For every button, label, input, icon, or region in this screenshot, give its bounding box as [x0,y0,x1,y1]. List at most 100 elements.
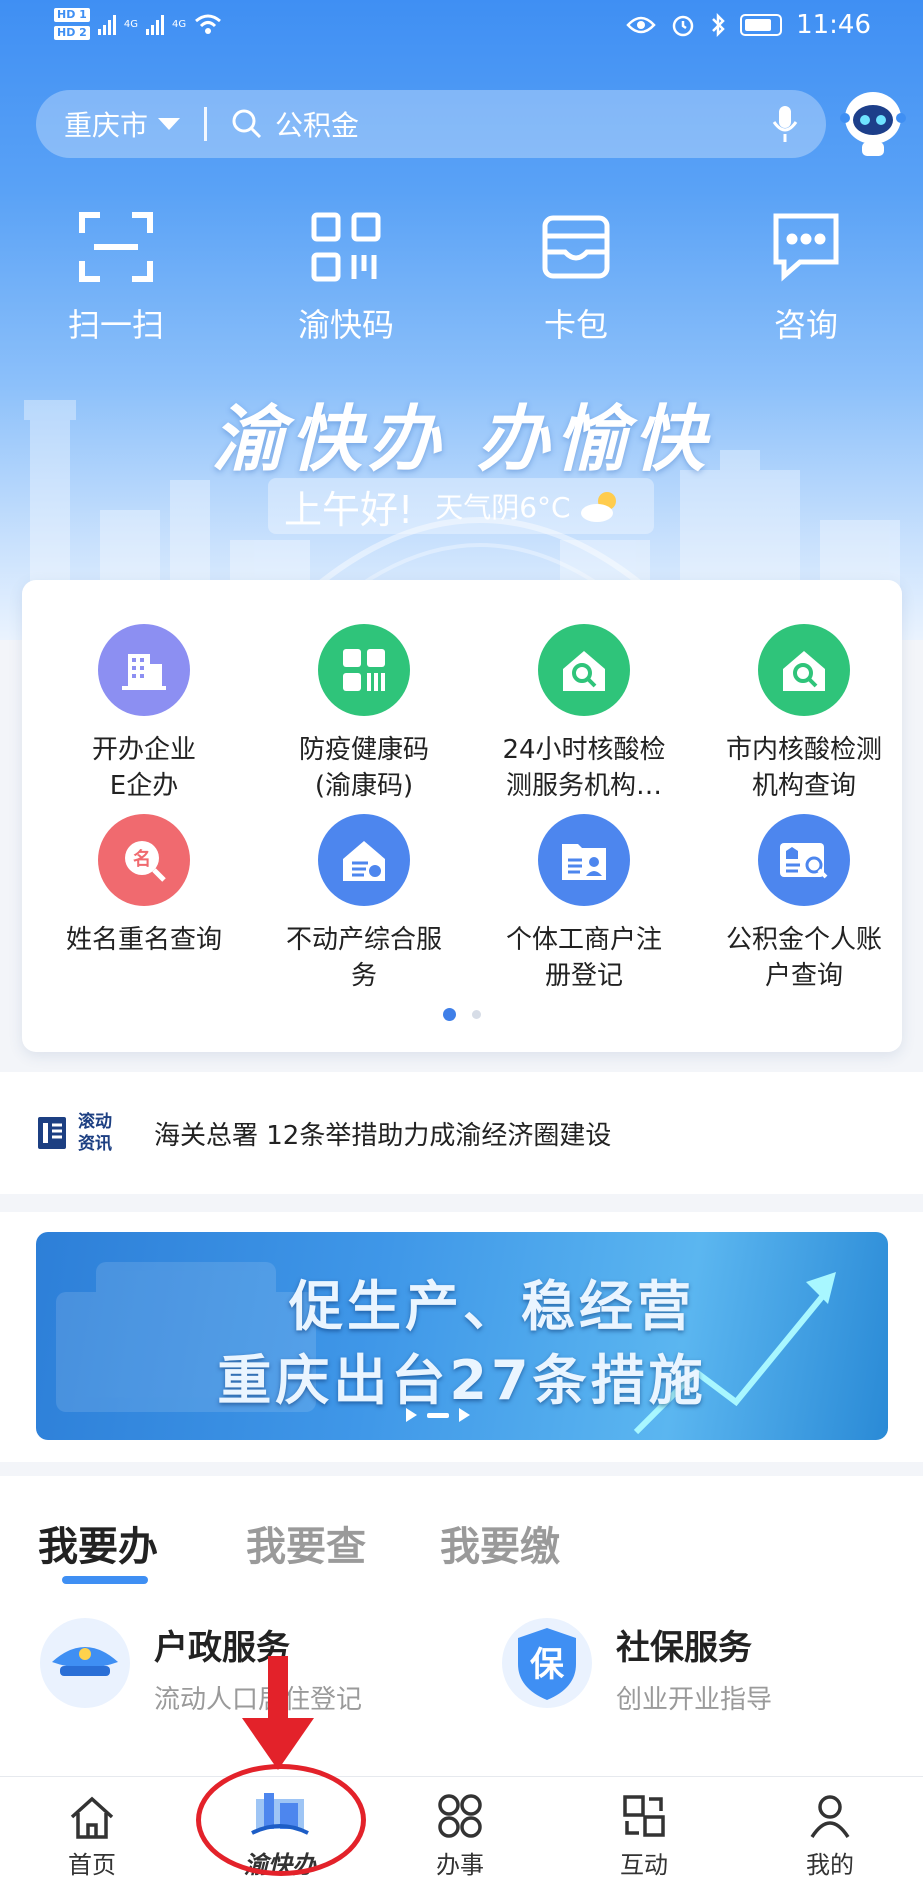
city-label: 重庆市 [64,109,149,142]
eye-icon [626,16,656,34]
user-icon [810,1795,850,1838]
nav-label: 办事 [436,1851,484,1879]
quick-action-label: 卡包 [543,306,608,344]
interact-icon [623,1795,665,1837]
nav-label: 我的 [806,1851,854,1879]
service-item[interactable]: 开办企业 E企办 [34,624,254,804]
shield-bao-icon: 保 [502,1618,592,1708]
service-label-line2: 户查询 [764,961,843,991]
nav-affairs[interactable]: 办事 [400,1777,520,1880]
service-subtitle: 创业开业指导 [616,1685,773,1715]
shield-badge-text: 保 [530,1645,565,1685]
service-item[interactable]: 名 姓名重名查询 [34,814,254,958]
quick-action-consult[interactable]: 咨询 [726,208,886,346]
tab-jiaofei[interactable]: 我要缴 [440,1514,560,1572]
nav-interact[interactable]: 互动 [584,1777,704,1880]
police-cap-icon [40,1618,130,1708]
nucleic-test-icon [538,624,630,716]
pager-dot-active[interactable] [443,1008,456,1021]
alarm-icon [672,15,694,37]
banner-title-line1: 促生产、稳经营 [289,1275,695,1338]
microphone-icon[interactable] [772,104,798,144]
service-item[interactable]: 24小时核酸检 测服务机构… [474,624,694,804]
qr-code-icon [311,212,381,282]
service-label-line1: 个体工商户注 [505,925,662,955]
greeting-weather: 上午好! 天气阴6°C [268,478,654,534]
service-label-line2: 务 [350,961,377,991]
hd2-badge: HD 2 [54,26,90,40]
cloud-sun-icon [580,492,616,522]
quick-action-scan[interactable]: 扫一扫 [36,208,196,346]
nav-mine[interactable]: 我的 [770,1777,890,1880]
red-arrow-annotation [242,1656,314,1770]
service-label-line1: 市内核酸检测 [725,735,882,765]
nucleic-search-icon [758,624,850,716]
pager-dots [22,1008,902,1021]
battery-icon [740,14,783,36]
service-row-shebao[interactable]: 保 社保服务 创业开业指导 [500,1616,772,1716]
chevron-down-icon [158,118,181,130]
service-label-line1: 公积金个人账 [725,925,882,955]
health-code-icon [318,624,410,716]
tab-chaxun[interactable]: 我要查 [246,1514,366,1572]
news-ticker[interactable]: 滚动 资讯 海关总署 12条举措助力成渝经济圈建设 [0,1072,923,1194]
quick-action-wallet[interactable]: 卡包 [496,208,656,346]
tab-active-indicator [62,1576,148,1584]
news-tag-line1: 滚动 [78,1112,112,1132]
quick-action-label: 咨询 [773,306,838,344]
service-label-line2: E企办 [109,771,179,801]
city-selector[interactable]: 重庆市 [64,104,181,144]
news-headline[interactable]: 海关总署 12条举措助力成渝经济圈建设 [154,1115,611,1152]
service-title: 社保服务 [616,1628,752,1668]
signal-icon-2 [145,13,164,35]
building-icon [98,624,190,716]
search-icon [232,109,262,139]
banner-pager [406,1408,470,1422]
tab-banli[interactable]: 我要办 [38,1514,158,1572]
service-item[interactable]: 市内核酸检测 机构查询 [694,624,914,804]
svg-text:名: 名 [133,848,151,870]
service-label-line2: (渝康码) [314,771,414,801]
pager-dot[interactable] [472,1010,481,1019]
service-item[interactable]: 公积金个人账 户查询 [694,814,914,994]
property-icon [318,814,410,906]
name-search-icon: 名 [98,814,190,906]
service-item[interactable]: 防疫健康码 (渝康码) [254,624,474,804]
status-bar: HD 1 HD 2 4G 4G 11:46 [0,0,923,58]
chat-icon [773,213,839,282]
search-bar[interactable]: 重庆市 公积金 [36,90,826,158]
quick-action-label: 扫一扫 [67,306,164,344]
business-register-icon [538,814,630,906]
nav-label: 互动 [620,1851,668,1879]
search-divider [204,107,208,141]
robot-assistant-avatar[interactable] [838,88,908,160]
service-item[interactable]: 不动产综合服务 [254,814,474,994]
service-label-line2: 测服务机构… [505,771,662,801]
quick-action-qr[interactable]: 渝快码 [266,208,426,346]
service-grid-card: 开办企业 E企办 防疫健康码 (渝康码) 24小时核酸检 测服务机构… 市内核酸检测机… [22,580,902,1052]
banner-title-line2: 重庆出台27条措施 [217,1349,707,1412]
quick-action-label: 渝快码 [297,306,394,344]
clock: 11:46 [796,10,871,40]
search-input[interactable]: 公积金 [275,104,359,144]
service-label-line1: 开办企业 [91,735,196,765]
slogan: 渝快办 办愉快 [211,396,712,481]
fund-account-icon [758,814,850,906]
service-item[interactable]: 个体工商户注 册登记 [474,814,694,994]
wifi-icon [195,14,222,34]
service-label-line1: 不动产综合服 [285,925,442,955]
signal-icon [97,13,116,35]
network-type-1: 4G [123,18,138,30]
promo-banner[interactable]: 促生产、稳经营 重庆出台27条措施 [36,1232,888,1440]
grid-icon [438,1794,482,1838]
nav-home[interactable]: 首页 [32,1777,152,1880]
hero-header: HD 1 HD 2 4G 4G 11:46 重庆市 公积金 扫一扫 渝快码 卡包… [0,0,923,640]
nav-label: 首页 [68,1851,116,1879]
scan-icon [79,212,153,282]
news-tag-line2: 资讯 [78,1134,112,1154]
banner-section: 促生产、稳经营 重庆出台27条措施 [0,1212,923,1462]
greeting-text: 上午好! [284,487,414,532]
bottom-navigation: 首页 渝快办 办事 互动 我的 [0,1776,923,1883]
news-tag: 滚动 资讯 [78,1111,122,1155]
service-label-line2: 机构查询 [751,771,856,801]
